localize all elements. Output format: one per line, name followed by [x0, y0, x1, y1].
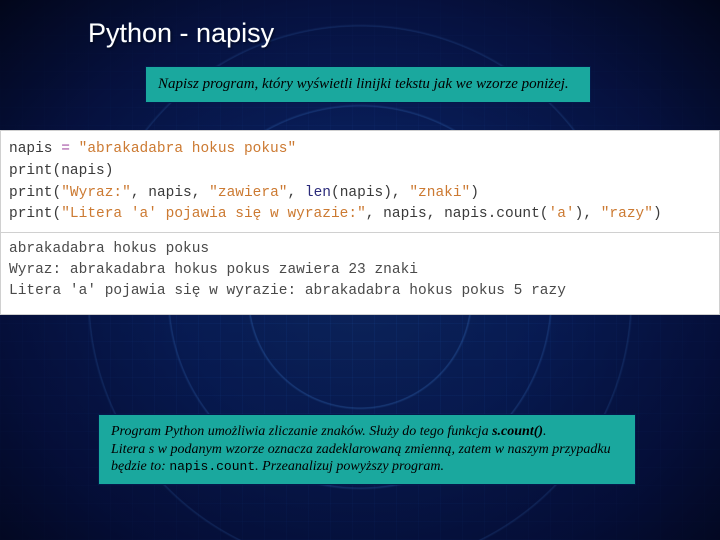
code-paren: ): [653, 206, 662, 222]
code-str: "zawiera": [209, 185, 287, 201]
slide: Python - napisy Napisz program, który wy…: [0, 0, 720, 540]
code-paren: (: [53, 206, 62, 222]
out-line: abrakadabra hokus pokus: [9, 241, 209, 257]
code-paren: ): [470, 185, 479, 201]
code-var: napis: [9, 141, 61, 157]
code-fn: print: [9, 206, 53, 222]
out-line: Litera 'a' pojawia się w wyrazie: abraka…: [9, 283, 566, 299]
intro-text: Napisz program, który wyświetli linijki …: [158, 76, 569, 92]
code-fn: print: [9, 163, 53, 179]
code-paren: (: [53, 185, 62, 201]
explain-text: Program Python umożliwia zliczanie znakó…: [111, 424, 492, 439]
explain-box: Program Python umożliwia zliczanie znakó…: [98, 414, 636, 485]
code-str: "Litera 'a' pojawia się w wyrazie:": [61, 206, 366, 222]
code-txt: (napis),: [331, 185, 409, 201]
code-output: abrakadabra hokus pokus Wyraz: abrakadab…: [1, 233, 719, 314]
explain-fn: s.count(): [492, 424, 543, 439]
code-source: napis = "abrakadabra hokus pokus" print(…: [1, 131, 719, 232]
explain-text: . Przeanalizuj powyższy program.: [255, 459, 444, 474]
code-str: "znaki": [409, 185, 470, 201]
code-fn: print: [9, 185, 53, 201]
out-line: Wyraz: abrakadabra hokus pokus zawiera 2…: [9, 262, 418, 278]
code-str: "Wyraz:": [61, 185, 131, 201]
explain-text: .: [543, 424, 547, 439]
code-str: "razy": [601, 206, 653, 222]
code-str: 'a': [549, 206, 575, 222]
code-panel: napis = "abrakadabra hokus pokus" print(…: [0, 130, 720, 315]
code-str: "abrakadabra hokus pokus": [70, 141, 296, 157]
code-txt: ,: [288, 185, 305, 201]
intro-box: Napisz program, który wyświetli linijki …: [145, 66, 591, 103]
explain-code: napis.count: [169, 459, 255, 474]
code-args: (napis): [53, 163, 114, 179]
slide-title: Python - napisy: [88, 18, 274, 49]
code-op: =: [61, 141, 70, 157]
code-txt: ),: [575, 206, 601, 222]
code-inner: napis = "abrakadabra hokus pokus" print(…: [0, 130, 720, 315]
code-txt: , napis,: [131, 185, 209, 201]
code-txt: , napis, napis.count(: [366, 206, 549, 222]
code-builtin: len: [305, 185, 331, 201]
